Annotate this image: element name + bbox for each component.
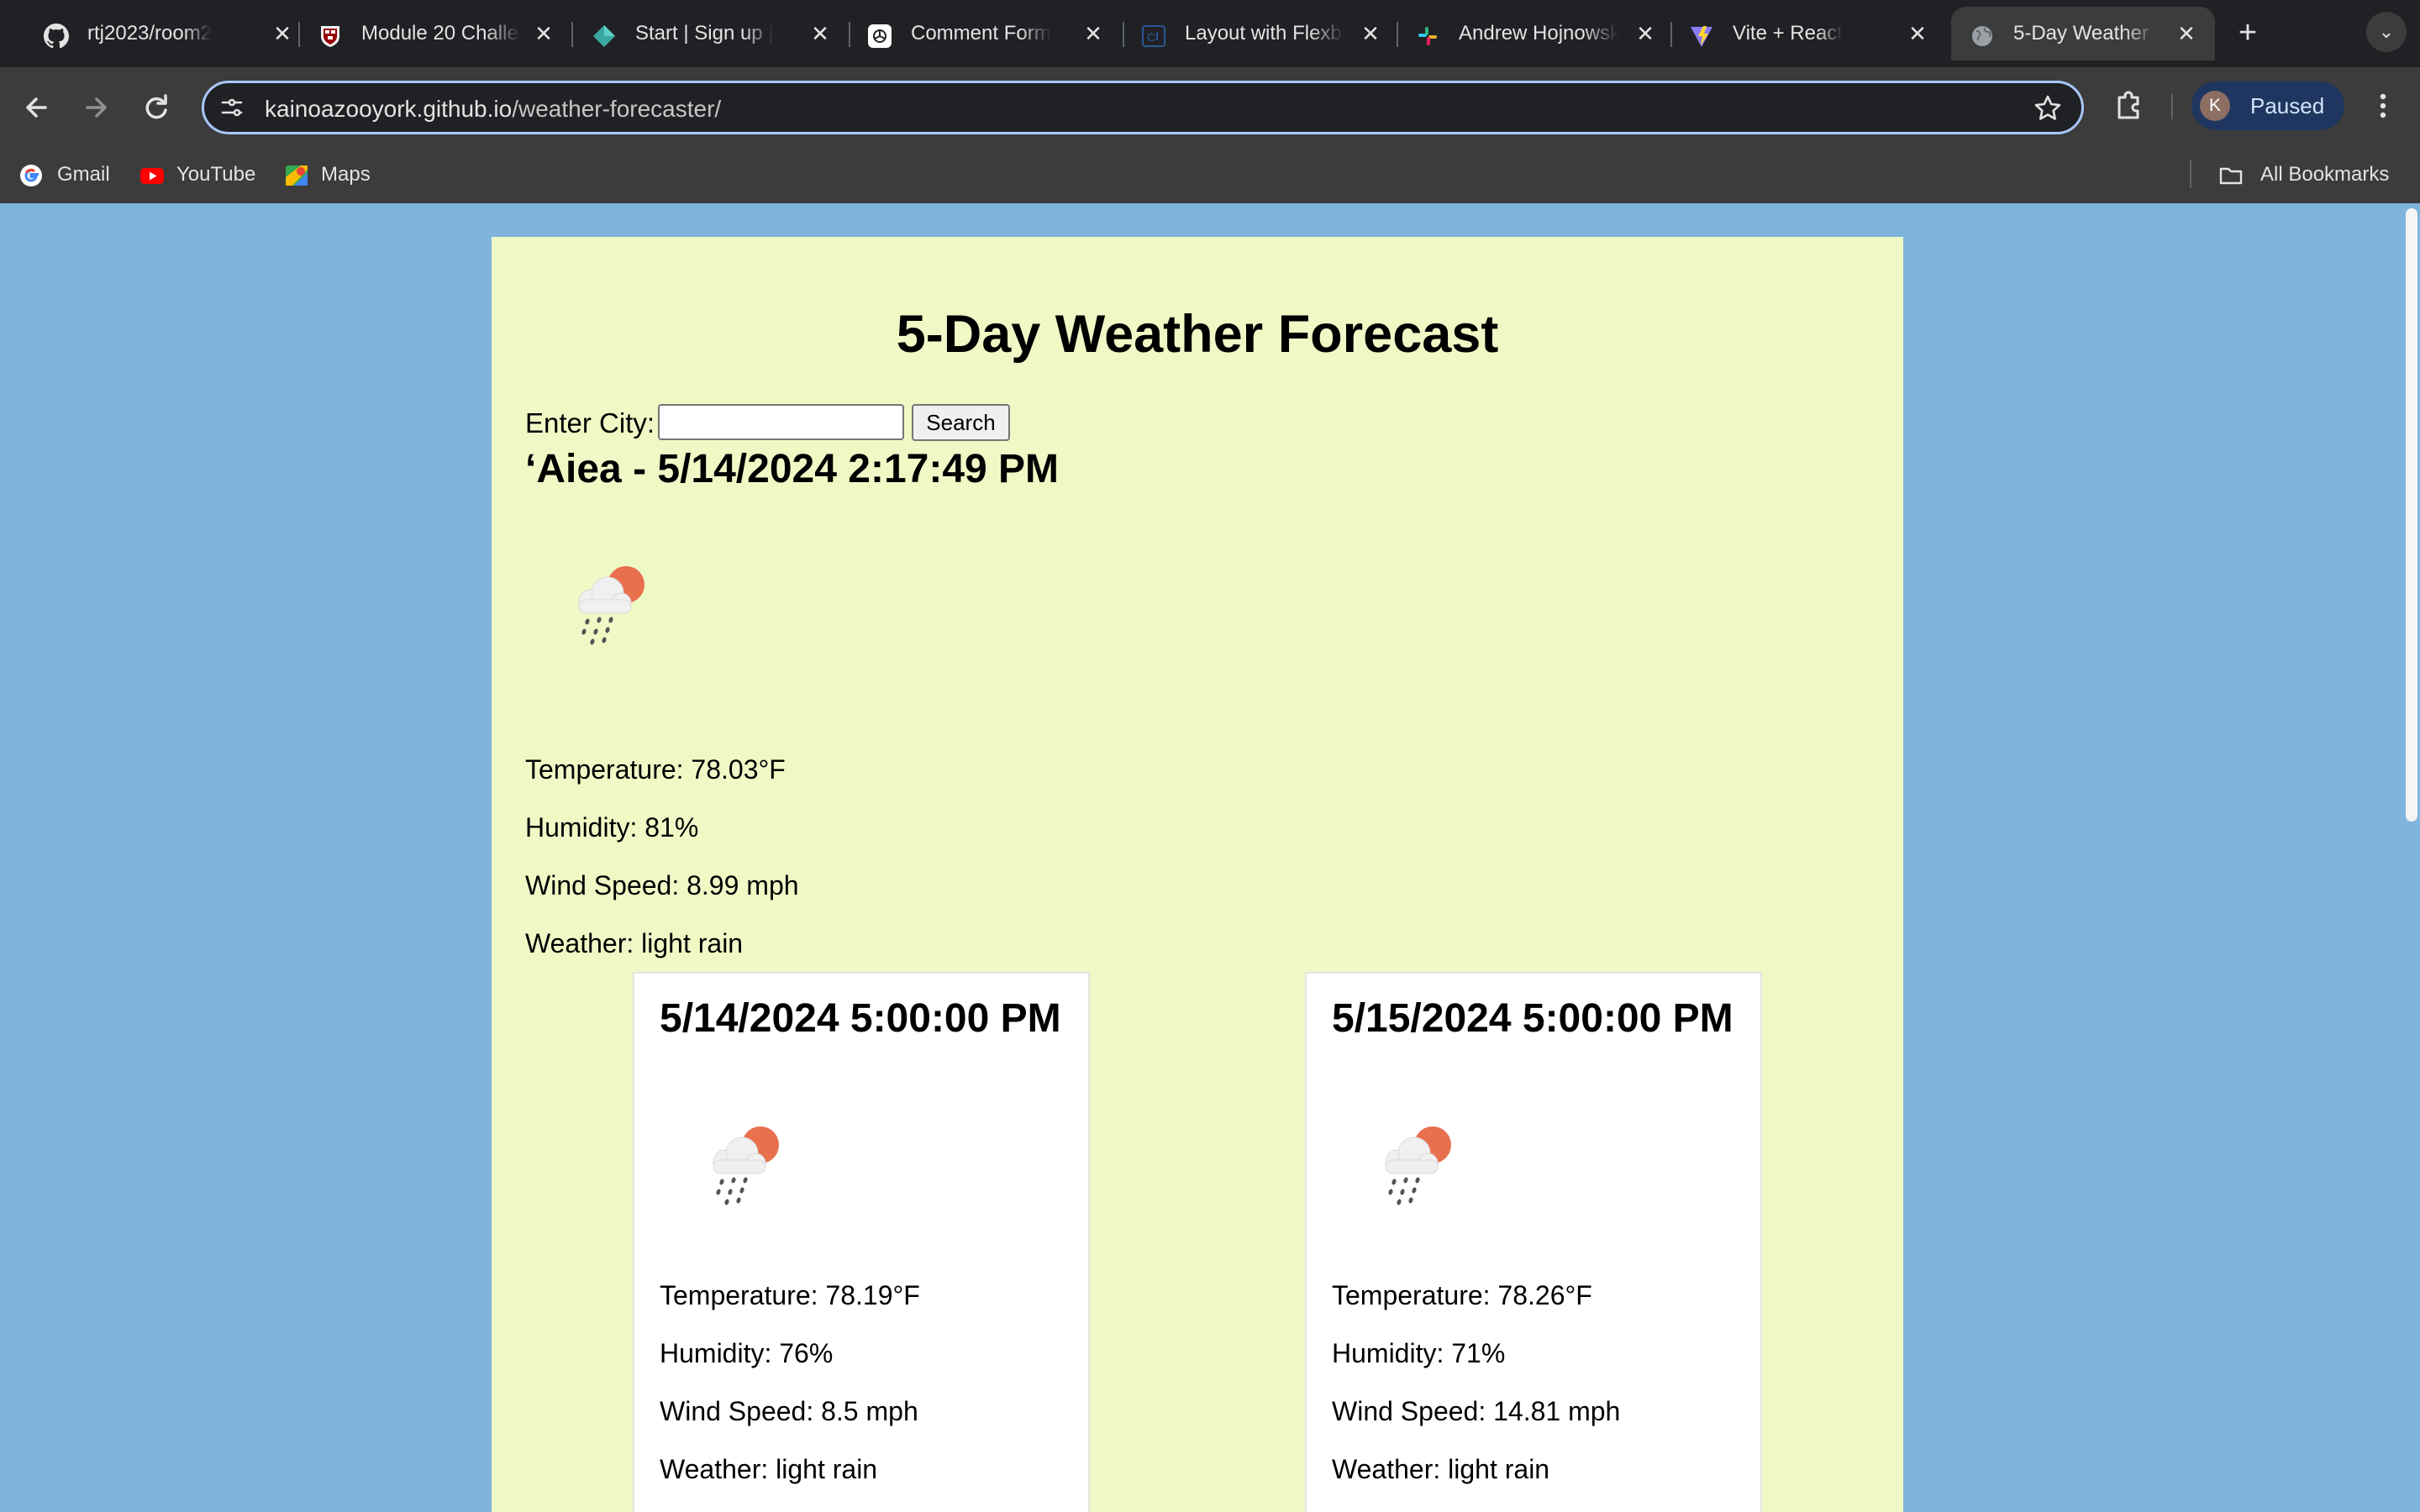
current-temperature: Temperature: 78.03°F [525,754,786,785]
forecast-humidity: Humidity: 76% [660,1338,834,1368]
openai-icon [868,24,892,48]
bookmark-label: YouTube [176,163,256,186]
bookmarks-bar: Gmail YouTube Maps All Bookmarks [0,148,2420,203]
tab-layout-flexbox[interactable]: C Layout with Flexbox ✕ [1123,7,1396,60]
forecast-card: 5/15/2024 5:00:00 PM Temperature: 78.26°… [1305,972,1762,1512]
tab-search-chevron-icon[interactable]: ⌄ [2366,12,2407,52]
close-tab-icon[interactable]: ✕ [2173,20,2200,47]
tab-title: Layout with Flexbox [1185,22,1344,45]
bookmark-star-icon[interactable] [2033,93,2063,123]
forecast-temperature: Temperature: 78.26°F [1332,1280,1592,1310]
bookmark-gmail[interactable]: Gmail [18,160,119,190]
page-viewport[interactable]: 5-Day Weather Forecast Enter City: Searc… [0,203,2420,1512]
bookmark-youtube[interactable]: YouTube [139,160,266,190]
tab-title: Comment Form [911,22,1051,45]
avatar: K [2200,91,2230,121]
google-icon [20,165,42,186]
all-bookmarks-button[interactable]: All Bookmarks [2218,160,2412,190]
url-host: kainoazooyork.github.io [265,96,513,122]
tab-github[interactable]: rtj2023/room2 ✕ [25,7,292,60]
tab-strip: rtj2023/room2 ✕ Module 20 Challenge ✕ St… [0,0,2420,67]
forecast-temperature: Temperature: 78.19°F [660,1280,920,1310]
tab-title: 5-Day Weather Forecast [2013,22,2156,45]
diamond-icon [593,25,615,47]
forward-arrow-icon[interactable] [76,87,116,128]
forecast-weather-description: Weather: light rain [1332,1454,1550,1484]
current-humidity: Humidity: 81% [525,812,699,843]
bookmark-label: Gmail [57,163,110,186]
profile-status: Paused [2250,93,2325,118]
city-input[interactable] [658,404,904,440]
tab-start-sign-up[interactable]: Start | Sign up | ✕ [573,7,846,60]
forecast-weather-description: Weather: light rain [660,1454,878,1484]
tab-title: Module 20 Challenge [361,22,521,45]
forecast-card: 5/14/2024 5:00:00 PM Temperature: 78.19°… [633,972,1090,1512]
vertical-scrollbar[interactable] [2398,203,2420,1512]
current-weather-description: Weather: light rain [525,928,744,958]
tab-title: rtj2023/room2 [87,22,213,45]
tab-title: Start | Sign up | [635,22,774,45]
close-tab-icon[interactable]: ✕ [1904,20,1931,47]
city-label: Enter City: [525,407,655,438]
university-shield-icon [321,26,339,47]
tab-comment-form[interactable]: Comment Form ✕ [849,7,1126,60]
kebab-menu-icon[interactable] [2365,87,2402,124]
slack-icon [1418,27,1437,45]
forecast-date: 5/14/2024 5:00:00 PM [660,996,1061,1041]
svg-text:C: C [1147,30,1155,44]
youtube-icon [140,168,164,184]
forecast-wind-speed: Wind Speed: 8.5 mph [660,1396,918,1426]
bookmark-maps[interactable]: Maps [284,160,385,190]
site-settings-icon[interactable] [219,95,245,120]
search-button[interactable]: Search [912,404,1010,441]
scrollbar-thumb[interactable] [2406,208,2417,822]
close-tab-icon[interactable]: ✕ [1357,20,1384,47]
current-weather-heading: ‘Aiea - 5/14/2024 2:17:49 PM [525,447,1060,491]
tab-title: Andrew Hojnowski [1459,22,1618,45]
folder-icon [2219,167,2243,185]
tab-andrew-hojnowski[interactable]: Andrew Hojnowski ✕ [1397,7,1670,60]
maps-icon [286,165,308,186]
bookmark-label: Maps [321,163,371,186]
forecast-humidity: Humidity: 71% [1332,1338,1506,1368]
page-title: 5-Day Weather Forecast [896,305,1499,364]
address-bar[interactable]: kainoazooyork.github.io/weather-forecast… [202,81,2084,134]
light-rain-icon [713,1126,779,1205]
forecast-container: 5-Day Weather Forecast Enter City: Searc… [492,237,1903,1512]
tab-vite-react[interactable]: Vite + React ✕ [1670,7,1944,60]
light-rain-icon [1385,1126,1451,1205]
current-wind-speed: Wind Speed: 8.99 mph [525,870,799,900]
close-tab-icon[interactable]: ✕ [1632,20,1659,47]
extensions-puzzle-icon[interactable] [2109,86,2149,126]
bookmarks-divider [2190,160,2191,188]
globe-icon [1972,26,1992,46]
new-tab-icon[interactable]: + [2231,17,2265,50]
browser-toolbar: kainoazooyork.github.io/weather-forecast… [0,67,2420,148]
toolbar-divider [2171,94,2173,119]
vite-icon [1691,26,1712,47]
reload-icon[interactable] [136,87,176,128]
close-tab-icon[interactable]: ✕ [530,20,557,47]
close-tab-icon[interactable]: ✕ [807,20,834,47]
profile-button[interactable]: K Paused [2191,81,2344,130]
github-icon [44,24,69,49]
close-tab-icon[interactable]: ✕ [269,20,296,47]
tab-weather-forecast[interactable]: 5-Day Weather Forecast ✕ [1951,7,2215,60]
tab-module-20[interactable]: Module 20 Challenge ✕ [299,7,560,60]
url-text[interactable]: kainoazooyork.github.io/weather-forecast… [265,97,721,122]
codepen-icon: C [1142,25,1165,47]
all-bookmarks-label: All Bookmarks [2260,163,2390,186]
tab-title: Vite + React [1733,22,1843,45]
back-arrow-icon[interactable] [17,87,57,128]
light-rain-icon [578,566,644,645]
close-tab-icon[interactable]: ✕ [1080,20,1107,47]
url-path: /weather-forecaster/ [512,96,722,122]
forecast-date: 5/15/2024 5:00:00 PM [1332,996,1733,1041]
forecast-wind-speed: Wind Speed: 14.81 mph [1332,1396,1621,1426]
